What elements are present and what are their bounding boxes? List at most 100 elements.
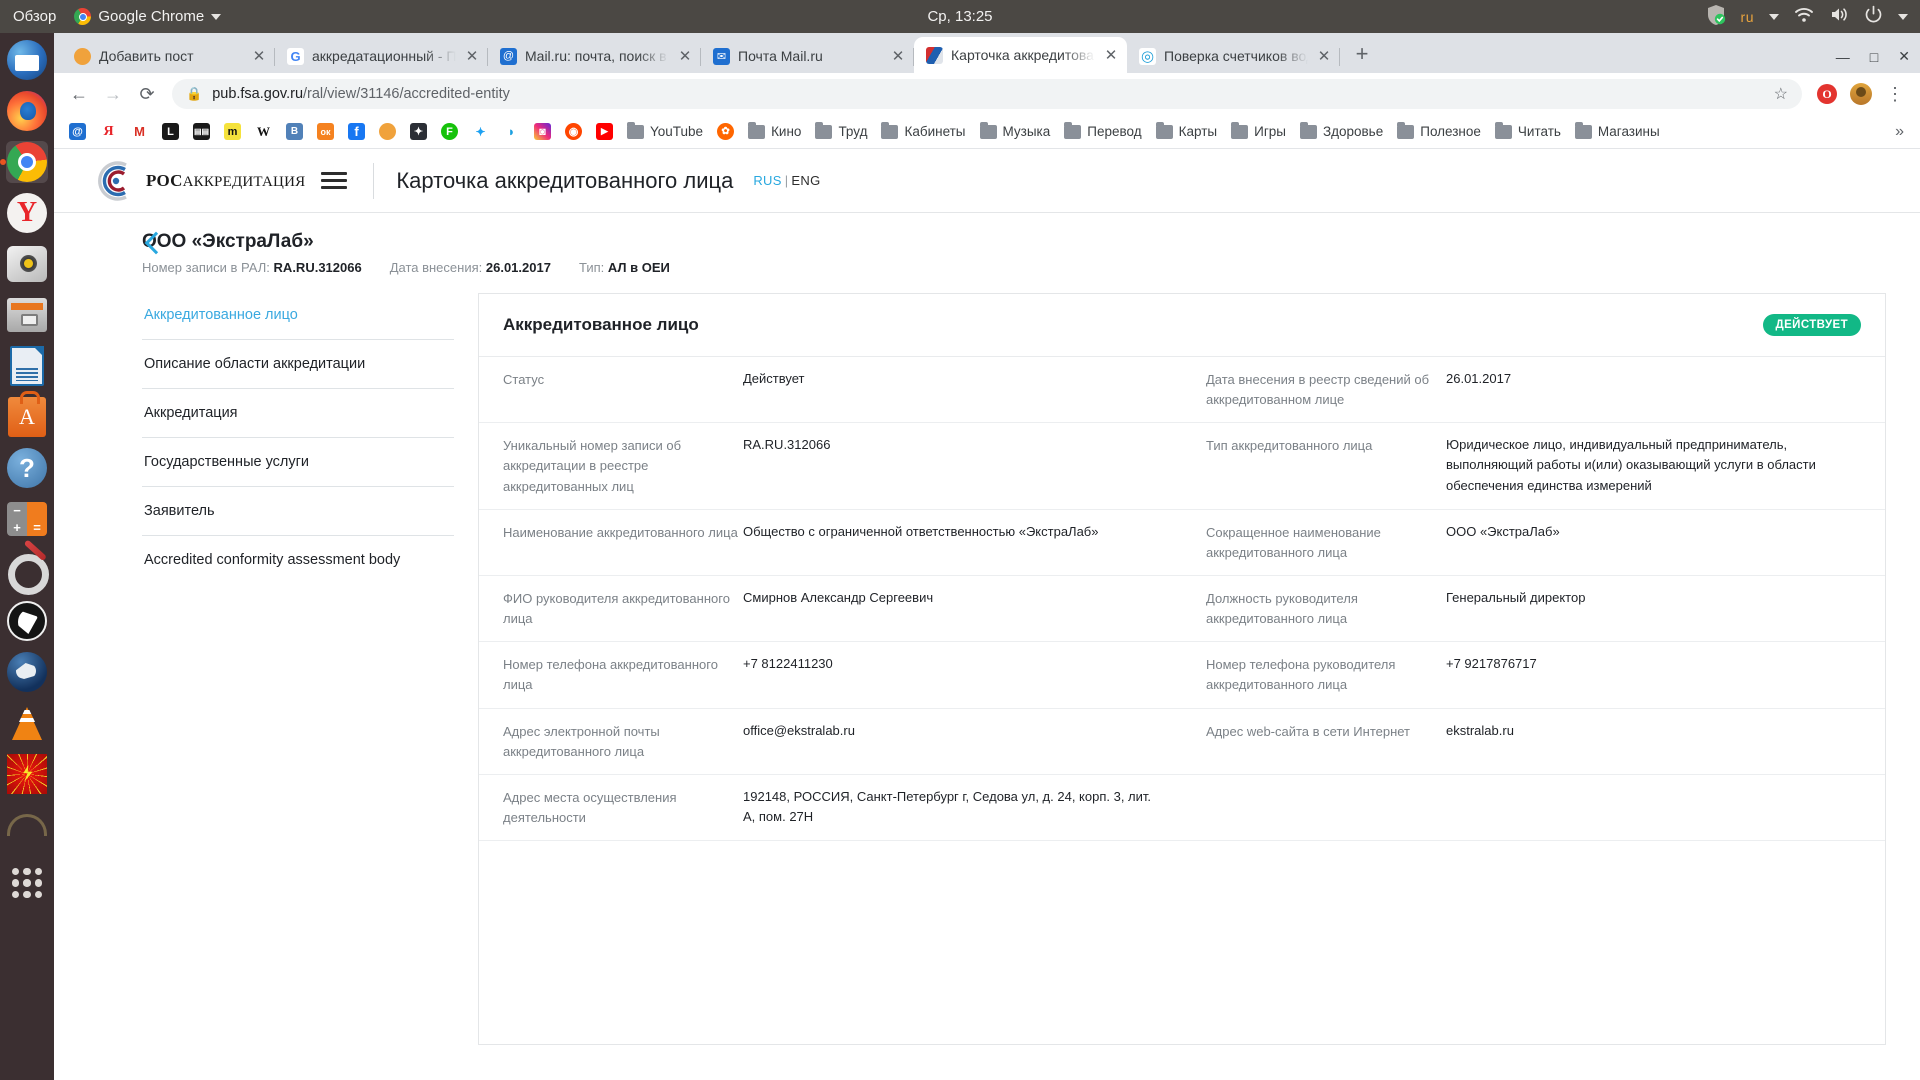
browser-tab[interactable]: @ Mail.ru: почта, поиск в ин ✕: [488, 39, 701, 73]
bookmark-item[interactable]: f: [341, 120, 372, 143]
profile-button[interactable]: [1846, 79, 1876, 109]
chevron-down-icon[interactable]: [1769, 13, 1779, 20]
bookmark-item[interactable]: W: [248, 120, 279, 143]
browser-tab-active[interactable]: Карточка аккредитованн ✕: [914, 37, 1127, 73]
dock-item-arc-app[interactable]: [6, 804, 48, 846]
bookmark-item[interactable]: ◙: [527, 120, 558, 143]
bookmark-folder-poleznoe[interactable]: Полезное: [1390, 121, 1488, 142]
browser-tab[interactable]: Добавить пост ✕: [62, 39, 275, 73]
sidebar-item-accredited-entity[interactable]: Аккредитованное лицо: [142, 291, 454, 340]
bookmark-item[interactable]: ✦: [403, 120, 434, 143]
bookmark-item[interactable]: m: [217, 120, 248, 143]
mail-icon: ✉: [713, 47, 730, 65]
close-icon[interactable]: ✕: [890, 47, 906, 65]
shield-check-icon[interactable]: [1706, 4, 1726, 30]
dock-item-libreoffice[interactable]: [6, 345, 48, 387]
dock-item-vlc[interactable]: [6, 702, 48, 744]
site-logo[interactable]: РОСАККРЕДИТАЦИЯ: [96, 160, 305, 202]
wifi-icon[interactable]: [1794, 7, 1814, 27]
bookmark-item[interactable]: @: [62, 120, 93, 143]
bookmark-folder-trud[interactable]: Труд: [808, 121, 874, 142]
sidebar-item-accredited-conformity-assessment-body[interactable]: Accredited conformity assessment body: [142, 536, 454, 584]
activities-button[interactable]: Обзор: [13, 8, 56, 25]
new-tab-button[interactable]: +: [1348, 41, 1376, 67]
bookmark-item[interactable]: F: [434, 120, 465, 143]
field-pair: Адрес места осуществления деятельности 1…: [479, 787, 1182, 828]
sidebar-item-accreditation[interactable]: Аккредитация: [142, 389, 454, 438]
dock-item-calculator[interactable]: − + =: [6, 498, 48, 540]
bookmark-star-icon[interactable]: ☆: [1774, 84, 1788, 104]
opera-extension-button[interactable]: O: [1812, 79, 1842, 109]
bookmark-folder-youtube[interactable]: YouTube: [620, 121, 710, 142]
lang-eng[interactable]: ENG: [791, 173, 820, 188]
field-value: 192148, РОССИЯ, Санкт-Петербург г, Седов…: [743, 788, 1152, 824]
clock[interactable]: Ср, 13:25: [860, 8, 1060, 25]
back-button[interactable]: ←: [64, 79, 94, 109]
lang-ru[interactable]: RUS: [753, 173, 781, 188]
address-bar[interactable]: 🔒 pub.fsa.gov.ru/ral/view/31146/accredit…: [172, 79, 1802, 109]
bookmark-item[interactable]: M: [124, 120, 155, 143]
close-icon[interactable]: ✕: [251, 47, 267, 65]
app-menu-button[interactable]: Google Chrome: [74, 8, 222, 25]
bookmark-label: Читать: [1517, 124, 1561, 139]
bookmark-folder-muzyka[interactable]: Музыка: [973, 121, 1058, 142]
browser-tab[interactable]: ✉ Почта Mail.ru ✕: [701, 39, 914, 73]
bookmark-label: Магазины: [1597, 124, 1660, 139]
power-icon[interactable]: [1864, 5, 1883, 28]
dock-item-thunderbird[interactable]: [6, 39, 48, 81]
bookmark-folder-karty[interactable]: Карты: [1149, 121, 1224, 142]
bookmark-item[interactable]: ▶: [589, 120, 620, 143]
dock-item-firefox[interactable]: [6, 90, 48, 132]
bookmark-item[interactable]: ◗: [496, 120, 527, 143]
bookmark-item[interactable]: Я: [93, 120, 124, 143]
bookmark-folder-zdorove[interactable]: Здоровье: [1293, 121, 1390, 142]
maximize-button[interactable]: □: [1870, 49, 1878, 65]
close-icon[interactable]: ✕: [677, 47, 693, 65]
bookmark-item[interactable]: ✿: [710, 120, 741, 143]
bookmark-folder-chitat[interactable]: Читать: [1488, 121, 1568, 142]
hamburger-menu-icon[interactable]: [321, 172, 348, 189]
forward-button[interactable]: →: [98, 79, 128, 109]
bookmark-folder-kabinety[interactable]: Кабинеты: [874, 121, 972, 142]
bookmark-item[interactable]: ▤▤: [186, 120, 217, 143]
sidebar-item-government-services[interactable]: Государственные услуги: [142, 438, 454, 487]
dock-item-red-app[interactable]: [6, 753, 48, 795]
close-icon[interactable]: ✕: [1103, 46, 1119, 64]
reload-button[interactable]: ⟳: [132, 79, 162, 109]
bookmark-folder-magaziny[interactable]: Магазины: [1568, 121, 1667, 142]
dock-item-help[interactable]: ?: [6, 447, 48, 489]
browser-tab[interactable]: ◎ Поверка счетчиков воды ✕: [1127, 39, 1340, 73]
minimize-button[interactable]: —: [1836, 49, 1850, 65]
bookmark-folder-igry[interactable]: Игры: [1224, 121, 1293, 142]
close-icon[interactable]: ✕: [464, 47, 480, 65]
bookmark-item[interactable]: ок: [310, 120, 341, 143]
dock-item-files[interactable]: [6, 294, 48, 336]
bookmark-item[interactable]: ◉: [558, 120, 589, 143]
bookmark-item[interactable]: ✦: [465, 120, 496, 143]
bookmarks-overflow-button[interactable]: »: [1887, 123, 1912, 141]
dock-item-ubuntu-software[interactable]: A: [6, 391, 48, 438]
bookmark-folder-kino[interactable]: Кино: [741, 121, 808, 142]
close-window-button[interactable]: ✕: [1898, 48, 1910, 65]
dock-item-tools[interactable]: [6, 549, 49, 595]
show-applications-button[interactable]: [6, 859, 48, 901]
sidebar-item-applicant[interactable]: Заявитель: [142, 487, 454, 536]
chrome-menu-button[interactable]: ⋮: [1880, 79, 1910, 109]
dock-item-yandex-browser[interactable]: Y: [6, 192, 48, 234]
dock-item-obs-studio[interactable]: [6, 600, 48, 642]
dock-item-radiotray[interactable]: [6, 243, 48, 285]
language-switcher[interactable]: RUS | ENG: [753, 173, 820, 188]
close-icon[interactable]: ✕: [1316, 47, 1332, 65]
sidebar-item-scope-description[interactable]: Описание области аккредитации: [142, 340, 454, 389]
bookmark-item[interactable]: L: [155, 120, 186, 143]
bookmark-item[interactable]: [372, 120, 403, 143]
field-label: Уникальный номер записи об аккредитации …: [503, 438, 682, 494]
dock-item-google-chrome[interactable]: [6, 141, 48, 183]
volume-icon[interactable]: [1829, 6, 1849, 27]
browser-tab[interactable]: G аккредатационный - Пои ✕: [275, 39, 488, 73]
keyboard-language-indicator[interactable]: ru: [1741, 9, 1754, 25]
bookmark-folder-perevod[interactable]: Перевод: [1057, 121, 1148, 142]
chevron-down-icon[interactable]: [1898, 13, 1908, 20]
dock-item-steam[interactable]: [6, 651, 48, 693]
bookmark-item[interactable]: B: [279, 120, 310, 143]
